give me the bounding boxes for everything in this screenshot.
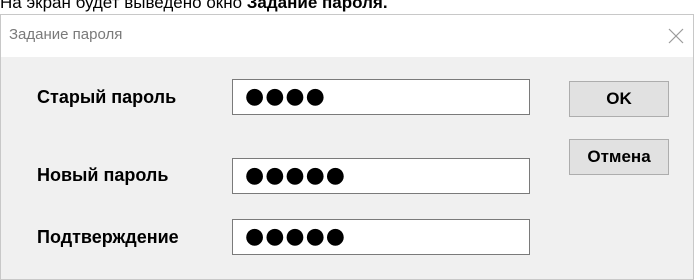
old-password-label: Старый пароль (37, 87, 177, 107)
document-intro: На экран будет выведено окно (0, 0, 247, 12)
confirm-password-label: Подтверждение (37, 227, 179, 247)
cancel-button[interactable]: Отмена (569, 139, 669, 175)
new-password-field[interactable]: ●●●●● (232, 158, 530, 194)
dialog-title: Задание пароля (9, 26, 123, 43)
close-icon[interactable] (667, 27, 685, 45)
old-password-field[interactable]: ●●●● (232, 79, 530, 115)
document-intro-text: На экран будет выведено окно Задание пар… (0, 0, 388, 14)
page: На экран будет выведено окно Задание пар… (0, 0, 700, 280)
document-intro-bold: Задание пароля. (246, 0, 388, 12)
password-dialog: Задание пароля Старый пароль ●●●● Новый … (0, 14, 694, 280)
dialog-titlebar: Задание пароля (1, 15, 693, 57)
confirm-password-field[interactable]: ●●●●● (232, 219, 530, 255)
new-password-label: Новый пароль (37, 165, 169, 185)
ok-button[interactable]: OK (569, 81, 669, 117)
